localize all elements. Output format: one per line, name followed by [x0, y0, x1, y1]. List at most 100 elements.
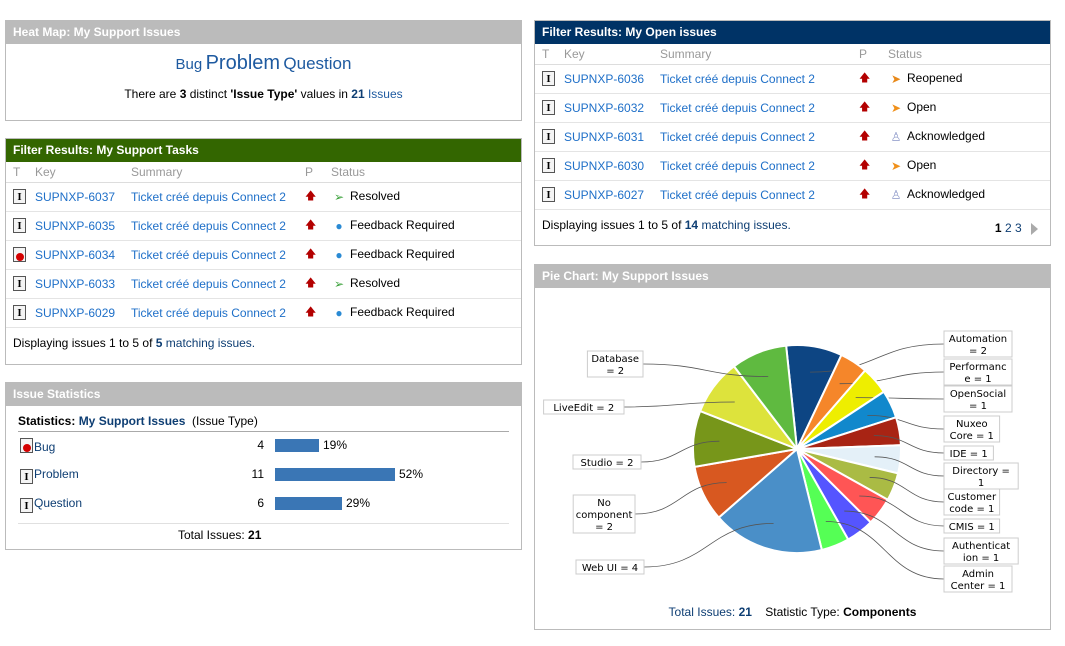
- heatmap-word-problem[interactable]: Problem: [206, 52, 280, 74]
- issue-key-link[interactable]: SUPNXP-6036: [564, 72, 644, 86]
- pie-label: = 2: [595, 522, 613, 533]
- pie-chart-title: Pie Chart: My Support Issues: [535, 265, 1050, 288]
- issue-key-link[interactable]: SUPNXP-6033: [35, 277, 115, 291]
- col-status[interactable]: Status: [324, 162, 521, 183]
- statistic-percent: 52%: [399, 467, 424, 481]
- col-status[interactable]: Status: [881, 44, 1050, 65]
- issue-summary-link[interactable]: Ticket créé depuis Connect 2: [660, 130, 815, 144]
- problem-type-icon: I: [13, 218, 26, 234]
- col-summary[interactable]: Summary: [124, 162, 298, 183]
- matching-issues-link[interactable]: matching issues.: [162, 336, 255, 350]
- pie-label: Authenticat: [952, 541, 1010, 552]
- resolved-icon: ➢: [333, 276, 345, 291]
- statistic-type-link[interactable]: Question: [34, 496, 82, 510]
- pie-label: LiveEdit = 2: [553, 403, 614, 414]
- statistics-heading: Statistics: My Support Issues (Issue Typ…: [18, 414, 509, 432]
- issues-link[interactable]: Issues: [368, 87, 403, 101]
- pie-total-label: Total Issues:: [668, 605, 739, 619]
- table-row[interactable]: I SUPNXP-6031 Ticket créé depuis Connect 2…: [535, 122, 1050, 152]
- pie-label: ion = 1: [963, 553, 999, 564]
- open-issues-footer: Displaying issues 1 to 5 of 14 matching …: [535, 210, 1050, 240]
- support-tasks-table: T Key Summary P Status I SUPNXP-6037 Ticke…: [6, 162, 521, 328]
- priority-up-arrow-icon: 🡅: [859, 101, 871, 113]
- statistics-row: I Question 6 29%: [18, 490, 509, 519]
- issue-key-link[interactable]: SUPNXP-6027: [564, 188, 644, 202]
- next-page-icon[interactable]: [1031, 222, 1038, 235]
- pie-label: e = 1: [964, 374, 991, 385]
- page-3[interactable]: 3: [1015, 221, 1022, 235]
- issue-status: Reopened: [907, 71, 963, 86]
- table-row[interactable]: I SUPNXP-6035 Ticket créé depuis Connect 2…: [6, 211, 521, 241]
- table-row[interactable]: I SUPNXP-6030 Ticket créé depuis Connect 2…: [535, 151, 1050, 181]
- col-type[interactable]: T: [535, 44, 557, 65]
- priority-up-arrow-icon: 🡅: [305, 306, 317, 318]
- issue-key-link[interactable]: SUPNXP-6037: [35, 190, 115, 204]
- problem-type-icon: I: [542, 100, 555, 116]
- priority-up-arrow-icon: 🡅: [859, 130, 871, 142]
- problem-type-icon: I: [20, 469, 33, 484]
- issue-key-link[interactable]: SUPNXP-6029: [35, 306, 115, 320]
- pie-label: Admin: [962, 569, 994, 580]
- heatmap-word-question[interactable]: Question: [283, 54, 351, 73]
- statistic-type-link[interactable]: Bug: [34, 440, 55, 454]
- issue-count: 21: [351, 87, 365, 101]
- issue-summary-link[interactable]: Ticket créé depuis Connect 2: [131, 277, 286, 291]
- priority-up-arrow-icon: 🡅: [859, 72, 871, 84]
- reopened-icon: ➤: [890, 71, 902, 86]
- total-value: 21: [248, 528, 262, 542]
- pie-chart-gadget: Pie Chart: My Support Issues Automation =…: [534, 264, 1051, 630]
- pie-label: Studio = 2: [581, 458, 634, 469]
- filter-link[interactable]: My Support Issues: [79, 414, 186, 428]
- col-type[interactable]: T: [6, 162, 28, 183]
- problem-type-icon: I: [20, 498, 33, 513]
- col-key[interactable]: Key: [28, 162, 124, 183]
- statistic-type-link[interactable]: Problem: [34, 467, 79, 481]
- issue-summary-link[interactable]: Ticket créé depuis Connect 2: [660, 101, 815, 115]
- issue-summary-link[interactable]: Ticket créé depuis Connect 2: [131, 306, 286, 320]
- table-row[interactable]: I SUPNXP-6037 Ticket créé depuis Connect 2…: [6, 182, 521, 212]
- issue-key-link[interactable]: SUPNXP-6032: [564, 101, 644, 115]
- problem-type-icon: I: [13, 276, 26, 292]
- feedback-required-icon: ●: [335, 247, 343, 262]
- field-name: 'Issue Type': [230, 87, 298, 101]
- priority-up-arrow-icon: 🡅: [859, 188, 871, 200]
- pie-label: Center = 1: [951, 581, 1006, 592]
- matching-issues-link[interactable]: matching issues.: [698, 218, 790, 232]
- issue-summary-link[interactable]: Ticket créé depuis Connect 2: [131, 190, 286, 204]
- page-1[interactable]: 1: [995, 221, 1002, 235]
- pie-label: IDE = 1: [950, 449, 988, 460]
- support-tasks-title: Filter Results: My Support Tasks: [6, 139, 521, 162]
- problem-type-icon: I: [542, 71, 555, 87]
- issue-summary-link[interactable]: Ticket créé depuis Connect 2: [131, 248, 286, 262]
- table-row[interactable]: I SUPNXP-6027 Ticket créé depuis Connect 2…: [535, 180, 1050, 210]
- table-row[interactable]: SUPNXP-6034 Ticket créé depuis Connect 2 🡅…: [6, 240, 521, 270]
- stat-type-label: Statistic Type:: [765, 605, 844, 619]
- col-key[interactable]: Key: [557, 44, 653, 65]
- acknowledged-icon: ♙: [890, 187, 902, 202]
- table-row[interactable]: I SUPNXP-6036 Ticket créé depuis Connect 2…: [535, 64, 1050, 94]
- issue-key-link[interactable]: SUPNXP-6030: [564, 159, 644, 173]
- pie-label: No: [597, 498, 611, 509]
- bug-type-icon: [20, 438, 33, 453]
- priority-up-arrow-icon: 🡅: [305, 190, 317, 202]
- page-2[interactable]: 2: [1005, 221, 1012, 235]
- issue-key-link[interactable]: SUPNXP-6035: [35, 219, 115, 233]
- table-row[interactable]: I SUPNXP-6032 Ticket créé depuis Connect 2…: [535, 93, 1050, 123]
- issue-summary-link[interactable]: Ticket créé depuis Connect 2: [131, 219, 286, 233]
- issue-summary-link[interactable]: Ticket créé depuis Connect 2: [660, 159, 815, 173]
- col-priority[interactable]: P: [298, 162, 324, 183]
- issue-status: Feedback Required: [350, 247, 455, 262]
- col-summary[interactable]: Summary: [653, 44, 852, 65]
- table-row[interactable]: I SUPNXP-6033 Ticket créé depuis Connect 2…: [6, 269, 521, 299]
- issue-key-link[interactable]: SUPNXP-6031: [564, 130, 644, 144]
- issue-key-link[interactable]: SUPNXP-6034: [35, 248, 115, 262]
- open-icon: ➤: [890, 158, 902, 173]
- table-row[interactable]: I SUPNXP-6029 Ticket créé depuis Connect 2…: [6, 298, 521, 328]
- issue-summary-link[interactable]: Ticket créé depuis Connect 2: [660, 188, 815, 202]
- col-priority[interactable]: P: [852, 44, 881, 65]
- heatmap-word-bug[interactable]: Bug: [176, 56, 203, 73]
- issue-status: Acknowledged: [907, 129, 986, 144]
- issue-statistics-gadget: Issue Statistics Statistics: My Support …: [5, 382, 522, 550]
- problem-type-icon: I: [542, 129, 555, 145]
- issue-summary-link[interactable]: Ticket créé depuis Connect 2: [660, 72, 815, 86]
